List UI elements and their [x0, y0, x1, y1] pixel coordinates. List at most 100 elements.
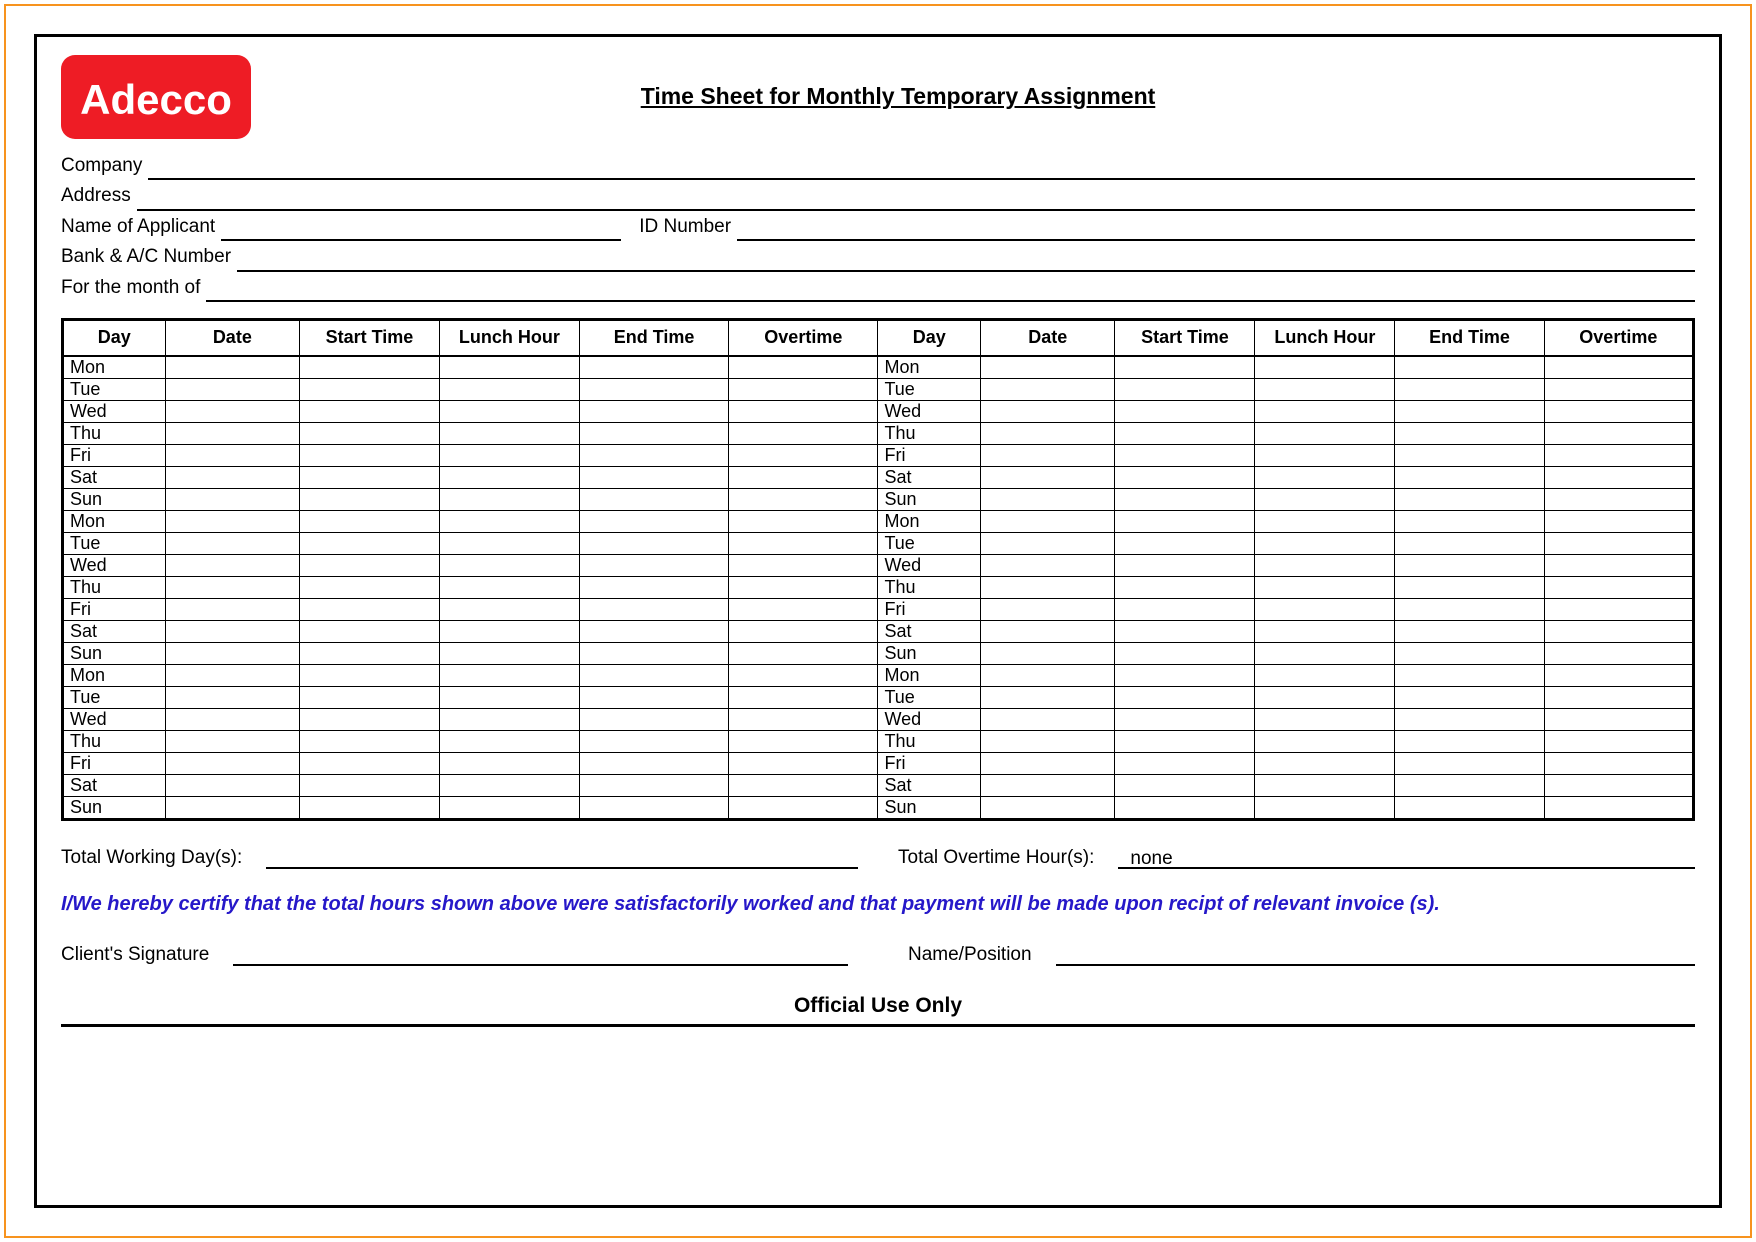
cell-entry[interactable]	[165, 598, 299, 620]
cell-entry[interactable]	[1544, 730, 1693, 752]
cell-entry[interactable]	[165, 510, 299, 532]
cell-entry[interactable]	[729, 356, 878, 379]
cell-entry[interactable]	[981, 752, 1115, 774]
cell-entry[interactable]	[165, 488, 299, 510]
cell-entry[interactable]	[1115, 774, 1255, 796]
cell-entry[interactable]	[439, 532, 579, 554]
cell-entry[interactable]	[981, 576, 1115, 598]
cell-entry[interactable]	[981, 598, 1115, 620]
cell-entry[interactable]	[1395, 620, 1544, 642]
input-id-number[interactable]	[737, 220, 1695, 241]
cell-entry[interactable]	[165, 466, 299, 488]
cell-entry[interactable]	[1544, 752, 1693, 774]
cell-entry[interactable]	[1255, 554, 1395, 576]
cell-entry[interactable]	[1255, 532, 1395, 554]
cell-entry[interactable]	[1255, 796, 1395, 819]
cell-entry[interactable]	[1255, 752, 1395, 774]
cell-entry[interactable]	[1115, 642, 1255, 664]
cell-entry[interactable]	[439, 400, 579, 422]
cell-entry[interactable]	[729, 488, 878, 510]
cell-entry[interactable]	[439, 422, 579, 444]
cell-entry[interactable]	[579, 642, 728, 664]
cell-entry[interactable]	[1544, 686, 1693, 708]
cell-entry[interactable]	[579, 532, 728, 554]
cell-entry[interactable]	[1115, 422, 1255, 444]
cell-entry[interactable]	[439, 598, 579, 620]
cell-entry[interactable]	[981, 686, 1115, 708]
cell-entry[interactable]	[579, 488, 728, 510]
cell-entry[interactable]	[300, 488, 440, 510]
cell-entry[interactable]	[1395, 488, 1544, 510]
cell-entry[interactable]	[729, 422, 878, 444]
cell-entry[interactable]	[1544, 708, 1693, 730]
cell-entry[interactable]	[1115, 532, 1255, 554]
cell-entry[interactable]	[1544, 796, 1693, 819]
input-address[interactable]	[137, 190, 1695, 211]
input-name-position[interactable]	[1056, 945, 1695, 966]
cell-entry[interactable]	[1395, 422, 1544, 444]
cell-entry[interactable]	[1255, 576, 1395, 598]
cell-entry[interactable]	[981, 400, 1115, 422]
cell-entry[interactable]	[300, 730, 440, 752]
cell-entry[interactable]	[1395, 664, 1544, 686]
cell-entry[interactable]	[1115, 400, 1255, 422]
cell-entry[interactable]	[165, 554, 299, 576]
cell-entry[interactable]	[165, 686, 299, 708]
cell-entry[interactable]	[1115, 664, 1255, 686]
cell-entry[interactable]	[1255, 708, 1395, 730]
cell-entry[interactable]	[1115, 488, 1255, 510]
input-total-overtime[interactable]: none	[1118, 848, 1695, 869]
cell-entry[interactable]	[729, 730, 878, 752]
cell-entry[interactable]	[1544, 532, 1693, 554]
cell-entry[interactable]	[1255, 620, 1395, 642]
cell-entry[interactable]	[300, 620, 440, 642]
cell-entry[interactable]	[1395, 796, 1544, 819]
cell-entry[interactable]	[1255, 422, 1395, 444]
cell-entry[interactable]	[1255, 686, 1395, 708]
cell-entry[interactable]	[1395, 378, 1544, 400]
cell-entry[interactable]	[1395, 774, 1544, 796]
cell-entry[interactable]	[1255, 664, 1395, 686]
cell-entry[interactable]	[1544, 510, 1693, 532]
cell-entry[interactable]	[439, 796, 579, 819]
cell-entry[interactable]	[165, 620, 299, 642]
cell-entry[interactable]	[981, 664, 1115, 686]
cell-entry[interactable]	[300, 532, 440, 554]
cell-entry[interactable]	[165, 576, 299, 598]
input-company[interactable]	[148, 160, 1695, 181]
cell-entry[interactable]	[1395, 598, 1544, 620]
cell-entry[interactable]	[165, 774, 299, 796]
cell-entry[interactable]	[1255, 466, 1395, 488]
cell-entry[interactable]	[439, 620, 579, 642]
cell-entry[interactable]	[165, 532, 299, 554]
cell-entry[interactable]	[165, 664, 299, 686]
cell-entry[interactable]	[165, 400, 299, 422]
cell-entry[interactable]	[1395, 356, 1544, 379]
cell-entry[interactable]	[981, 444, 1115, 466]
cell-entry[interactable]	[981, 422, 1115, 444]
cell-entry[interactable]	[981, 356, 1115, 379]
cell-entry[interactable]	[981, 774, 1115, 796]
cell-entry[interactable]	[1395, 532, 1544, 554]
cell-entry[interactable]	[579, 422, 728, 444]
cell-entry[interactable]	[1544, 642, 1693, 664]
cell-entry[interactable]	[1255, 444, 1395, 466]
cell-entry[interactable]	[1255, 730, 1395, 752]
cell-entry[interactable]	[1544, 664, 1693, 686]
cell-entry[interactable]	[1544, 488, 1693, 510]
cell-entry[interactable]	[300, 774, 440, 796]
cell-entry[interactable]	[300, 422, 440, 444]
cell-entry[interactable]	[1115, 466, 1255, 488]
cell-entry[interactable]	[439, 774, 579, 796]
cell-entry[interactable]	[729, 444, 878, 466]
cell-entry[interactable]	[1115, 796, 1255, 819]
cell-entry[interactable]	[165, 752, 299, 774]
cell-entry[interactable]	[729, 598, 878, 620]
cell-entry[interactable]	[165, 642, 299, 664]
cell-entry[interactable]	[1395, 686, 1544, 708]
cell-entry[interactable]	[579, 444, 728, 466]
cell-entry[interactable]	[729, 576, 878, 598]
cell-entry[interactable]	[1115, 708, 1255, 730]
cell-entry[interactable]	[1544, 598, 1693, 620]
cell-entry[interactable]	[439, 664, 579, 686]
